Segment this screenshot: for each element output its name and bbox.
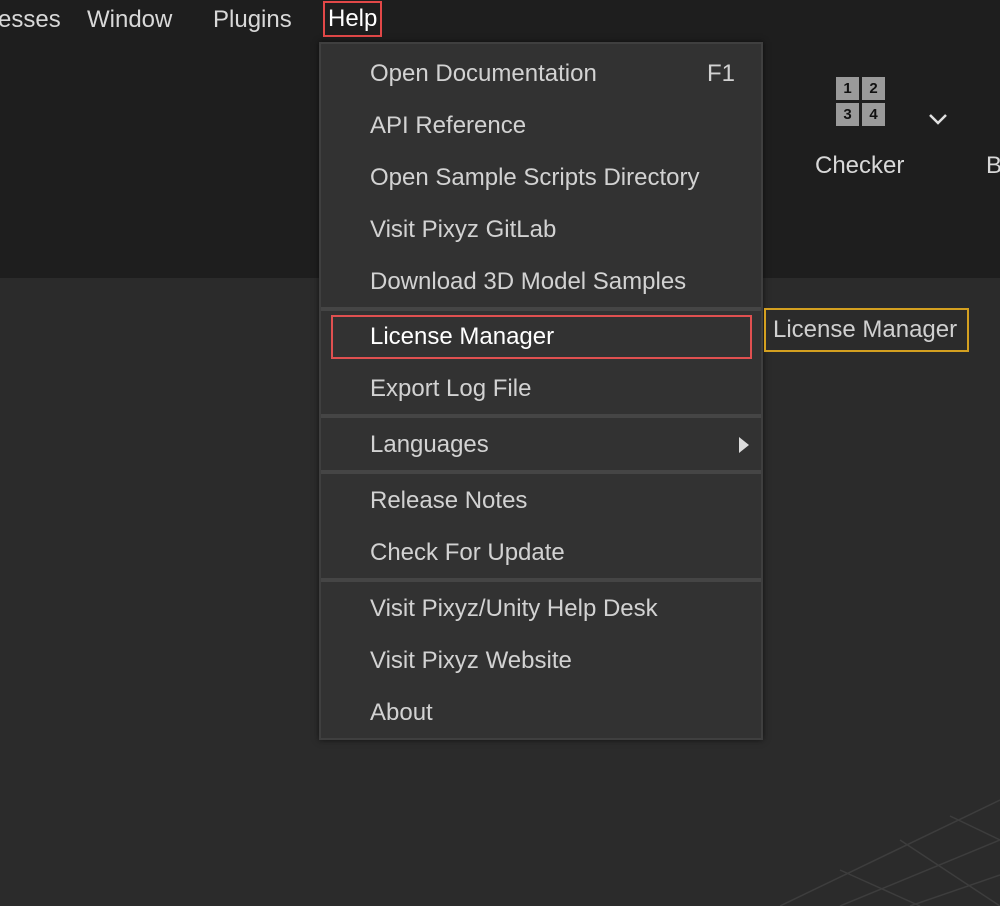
menu-item-about[interactable]: About <box>321 687 761 739</box>
toolbar-clipped-label[interactable]: B <box>986 152 1000 180</box>
menu-window[interactable]: Window <box>87 4 172 36</box>
checker-cell-1: 1 <box>836 77 859 100</box>
menu-help[interactable]: Help <box>323 1 383 37</box>
menu-separator <box>321 578 761 582</box>
menu-separator <box>321 414 761 418</box>
checker-grid-icon[interactable]: 1 2 3 4 <box>836 77 886 127</box>
help-dropdown-menu: Open Documentation F1 API Reference Open… <box>319 42 763 740</box>
menu-processes[interactable]: esses <box>0 4 61 36</box>
menu-item-check-update[interactable]: Check For Update <box>321 527 761 579</box>
menu-item-open-documentation[interactable]: Open Documentation F1 <box>321 48 761 100</box>
checker-cell-2: 2 <box>862 77 885 100</box>
menu-item-export-log[interactable]: Export Log File <box>321 363 761 415</box>
viewport-grid <box>780 799 1000 906</box>
menu-item-pixyz-website[interactable]: Visit Pixyz Website <box>321 635 761 687</box>
shortcut-label: F1 <box>706 60 735 87</box>
menu-separator <box>321 470 761 474</box>
tooltip: License Manager <box>764 308 969 352</box>
checker-cell-4: 4 <box>862 103 885 126</box>
menu-item-visit-gitlab[interactable]: Visit Pixyz GitLab <box>321 204 761 256</box>
menu-item-help-desk[interactable]: Visit Pixyz/Unity Help Desk <box>321 583 761 635</box>
submenu-arrow-icon <box>739 437 749 453</box>
menu-item-label: Languages <box>370 431 489 458</box>
menu-item-languages[interactable]: Languages <box>321 419 761 471</box>
menu-item-release-notes[interactable]: Release Notes <box>321 475 761 527</box>
menu-item-label: Open Documentation <box>370 60 597 87</box>
menubar: esses Window Plugins Help <box>0 0 1000 40</box>
menu-plugins[interactable]: Plugins <box>213 4 292 36</box>
chevron-down-icon[interactable] <box>928 112 948 126</box>
menu-item-api-reference[interactable]: API Reference <box>321 100 761 152</box>
menu-item-license-manager[interactable]: License Manager <box>321 311 761 363</box>
menu-item-download-samples[interactable]: Download 3D Model Samples <box>321 256 761 308</box>
checker-button-label[interactable]: Checker <box>815 152 904 180</box>
menu-item-open-sample-scripts[interactable]: Open Sample Scripts Directory <box>321 152 761 204</box>
checker-cell-3: 3 <box>836 103 859 126</box>
